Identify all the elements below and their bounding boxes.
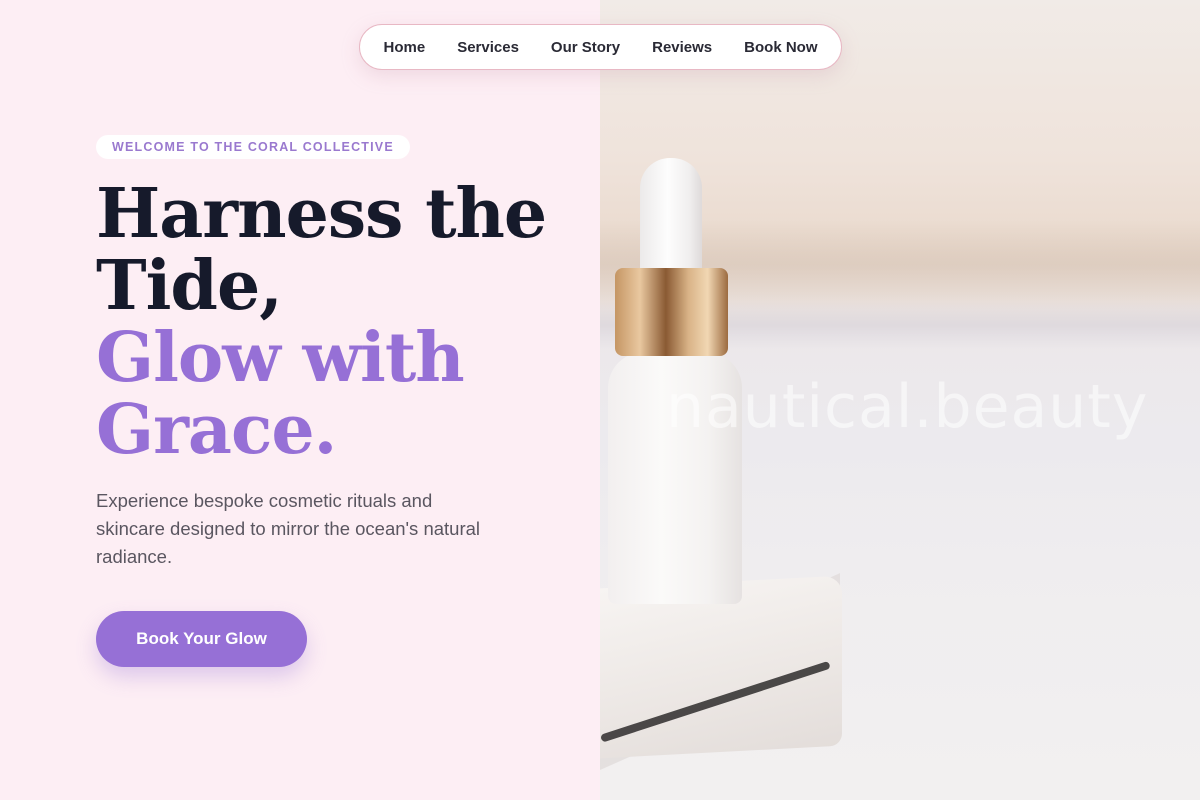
hero-headline: Harness the Tide, Glow with Grace. — [96, 178, 576, 466]
hero-description: Experience bespoke cosmetic rituals and … — [96, 490, 481, 567]
nav-home[interactable]: Home — [384, 39, 426, 56]
dropper-bulb — [640, 158, 702, 276]
headline-line-1: Harness the — [96, 174, 547, 254]
nav-book-now[interactable]: Book Now — [744, 39, 817, 56]
hero-image: nautical.beauty — [600, 0, 1200, 800]
nav-services[interactable]: Services — [457, 39, 519, 56]
headline-line-3: Glow with — [96, 318, 465, 398]
hero-eyebrow: WELCOME TO THE CORAL COLLECTIVE — [96, 135, 410, 159]
nav-reviews[interactable]: Reviews — [652, 39, 712, 56]
gold-collar — [615, 268, 728, 356]
image-watermark: nautical.beauty — [666, 372, 1149, 442]
nav-our-story[interactable]: Our Story — [551, 39, 620, 56]
main-nav: Home Services Our Story Reviews Book Now — [359, 24, 842, 70]
headline-line-2: Tide, — [96, 246, 283, 326]
headline-line-4: Grace. — [96, 390, 337, 470]
book-your-glow-button[interactable]: Book Your Glow — [96, 611, 307, 667]
